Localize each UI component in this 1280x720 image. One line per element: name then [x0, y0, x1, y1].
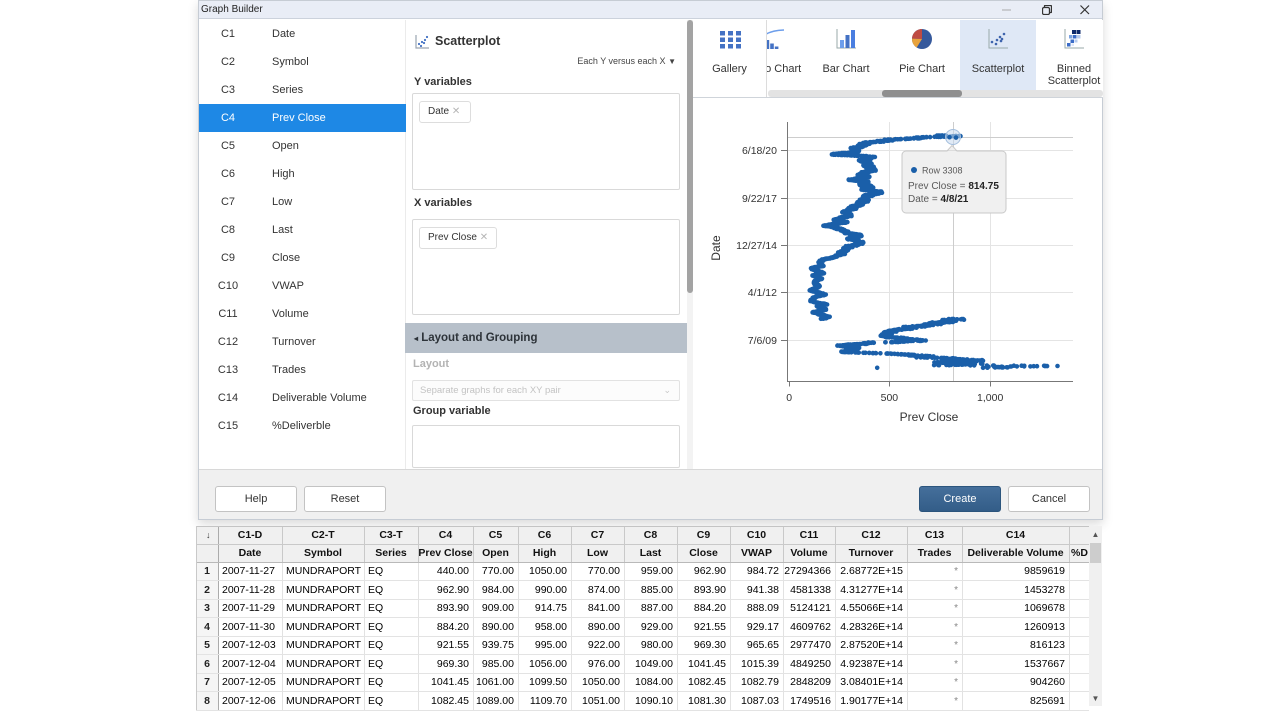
- svg-text:Prev Close = 814.75: Prev Close = 814.75: [908, 181, 999, 192]
- svg-text:6/18/20: 6/18/20: [742, 145, 777, 157]
- svg-text:12/27/14: 12/27/14: [736, 240, 777, 252]
- svg-text:Date: Date: [709, 235, 723, 261]
- svg-text:7/6/09: 7/6/09: [748, 335, 777, 347]
- svg-text:4/1/12: 4/1/12: [748, 287, 777, 299]
- svg-text:500: 500: [881, 392, 899, 404]
- svg-text:9/22/17: 9/22/17: [742, 193, 777, 205]
- svg-text:Row 3308: Row 3308: [922, 166, 963, 176]
- svg-text:0: 0: [786, 392, 792, 404]
- svg-text:1,000: 1,000: [977, 392, 1003, 404]
- svg-text:Date = 4/8/21: Date = 4/8/21: [908, 194, 969, 205]
- svg-text:Prev Close: Prev Close: [900, 410, 959, 424]
